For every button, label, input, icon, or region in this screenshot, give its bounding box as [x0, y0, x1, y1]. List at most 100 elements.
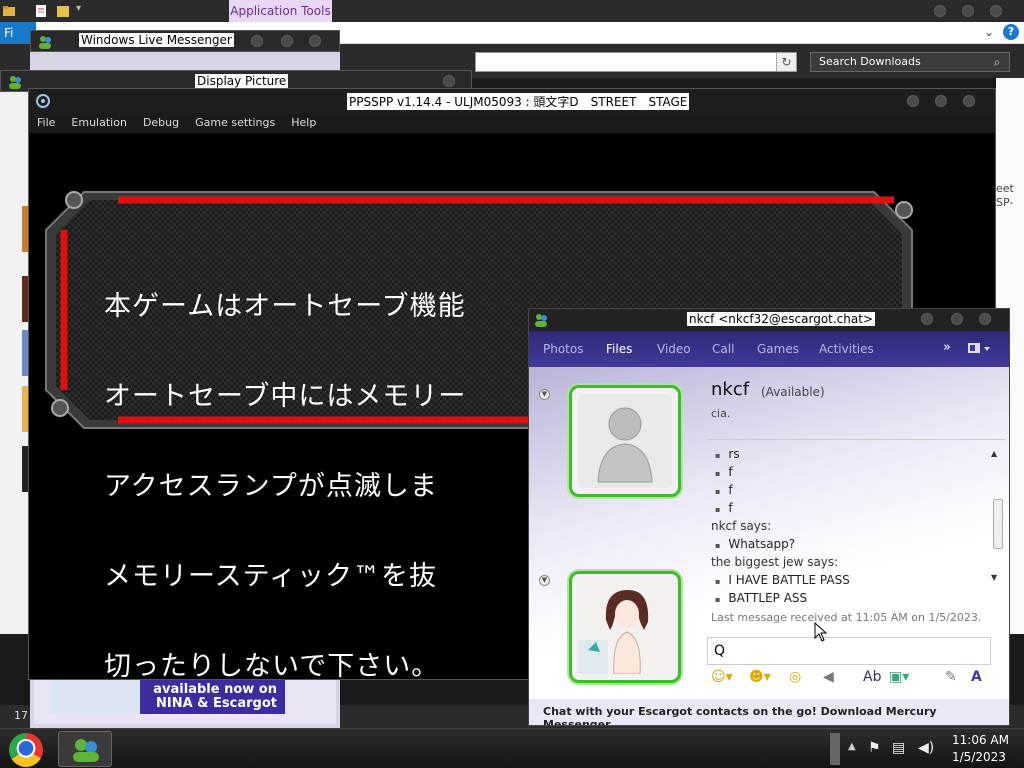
contact-status: (Available): [761, 385, 825, 399]
message-scrollbar[interactable]: ▲ ▼: [991, 449, 1005, 589]
search-icon[interactable]: ⌕: [988, 54, 1006, 70]
more-tabs-icon[interactable]: »: [943, 340, 951, 355]
tab-call[interactable]: Call: [712, 342, 734, 356]
ppsspp-logo-icon: [36, 94, 50, 108]
volume-icon[interactable]: ◀): [918, 740, 934, 756]
start-button[interactable]: [9, 733, 43, 767]
cartoon-avatar-icon: [578, 580, 672, 674]
autosave-warning-text: 本ゲームはオートセーブ機能 オートセーブ中にはメモリー アクセスランプが点滅しま…: [104, 232, 466, 712]
message-sender: the biggest jew says:: [711, 555, 839, 569]
close-button[interactable]: [443, 75, 455, 87]
chat-toolbar: Photos Files Video Call Games Activities…: [529, 331, 1009, 367]
collapse-own-picture-icon[interactable]: ▼: [539, 575, 550, 586]
emoticon-icon[interactable]: ☺▾: [711, 669, 733, 685]
layout-menu-icon[interactable]: [967, 341, 993, 357]
quick-access-dropdown-icon[interactable]: ▾: [76, 3, 90, 17]
message-history[interactable]: rs f f f nkcf says: Whatsapp? the bigges…: [711, 445, 991, 605]
header-divider: [709, 439, 1005, 440]
menu-help[interactable]: Help: [283, 113, 324, 133]
maximize-button[interactable]: [281, 35, 293, 47]
properties-icon[interactable]: [34, 4, 48, 18]
close-button[interactable]: [979, 313, 991, 325]
message-line: f: [711, 499, 991, 517]
contact-name: nkcf: [711, 379, 750, 400]
explorer-minimize-button[interactable]: [934, 5, 946, 17]
minimize-button[interactable]: [907, 95, 919, 107]
messenger-buddy-icon: [39, 36, 51, 49]
maximize-button[interactable]: [951, 313, 963, 325]
menu-game-settings[interactable]: Game settings: [187, 113, 283, 133]
new-folder-icon[interactable]: [56, 4, 70, 18]
menu-debug[interactable]: Debug: [135, 113, 187, 133]
messenger-titlebar[interactable]: Windows Live Messenger: [30, 30, 340, 52]
flag-icon[interactable]: ⚑: [868, 740, 881, 756]
explorer-maximize-button[interactable]: [962, 5, 974, 17]
message-line: BATTLEP ASS: [711, 589, 991, 605]
refresh-icon[interactable]: ↻: [776, 53, 796, 71]
warning-line: 切ったりしないで下さい。: [104, 651, 440, 682]
application-tools-tab[interactable]: Application Tools: [229, 0, 332, 22]
minimize-button[interactable]: [251, 35, 263, 47]
font-icon[interactable]: Ab: [863, 669, 881, 685]
messenger-buddy-icon: [535, 314, 547, 327]
collapse-contact-picture-icon[interactable]: ▼: [539, 389, 550, 400]
scroll-up-icon[interactable]: ▲: [991, 449, 997, 458]
wink-icon[interactable]: ☻▾: [749, 669, 771, 685]
nudge-icon[interactable]: ◎: [789, 669, 801, 685]
maximize-button[interactable]: [935, 95, 947, 107]
warning-line: メモリースティック™を抜: [104, 561, 438, 592]
message-line: I HAVE BATTLE PASS: [711, 571, 991, 589]
tab-activities[interactable]: Activities: [819, 342, 874, 356]
window-title: PPSSPP v1.14.4 - ULJM05093 : 頭文字D STREET…: [347, 93, 690, 110]
chat-window: nkcf <nkcf32@escargot.chat> Photos Files…: [528, 308, 1010, 726]
clock-time[interactable]: 11:06 AM: [952, 733, 1009, 747]
network-icon[interactable]: ▤: [892, 740, 905, 756]
ppsspp-menubar: File Emulation Debug Game settings Help: [29, 113, 995, 133]
scroll-thumb[interactable]: [993, 499, 1003, 549]
search-input[interactable]: Search Downloads: [810, 52, 1010, 72]
message-line: Whatsapp?: [711, 535, 991, 553]
taskbar-messenger-button[interactable]: [58, 731, 112, 767]
address-input[interactable]: [475, 52, 797, 72]
message-line: f: [711, 481, 991, 499]
close-button[interactable]: [309, 35, 321, 47]
menu-file[interactable]: File: [29, 113, 63, 133]
messenger-buddy-icon: [9, 76, 21, 89]
menu-emulation[interactable]: Emulation: [63, 113, 135, 133]
show-hidden-icons-icon[interactable]: ▲: [848, 741, 856, 752]
compose-toolbar: ☺▾ ☻▾ ◎ ◀ Ab ▣▾ ✎ A: [707, 665, 991, 691]
message-line: f: [711, 463, 991, 481]
last-message-timestamp: Last message received at 11:05 AM on 1/5…: [711, 611, 982, 624]
warning-line: オートセーブ中にはメモリー: [104, 381, 467, 412]
window-title: Display Picture: [195, 74, 289, 88]
own-avatar[interactable]: [569, 571, 681, 683]
background-icon[interactable]: ▣▾: [889, 669, 909, 685]
handwriting-icon[interactable]: ✎: [945, 669, 957, 685]
text-format-icon[interactable]: A: [971, 669, 982, 685]
contact-avatar[interactable]: [569, 385, 681, 497]
ribbon-expand-icon[interactable]: ⌄: [984, 25, 994, 39]
chat-footer-ad[interactable]: Chat with your Escargot contacts on the …: [529, 699, 1009, 725]
warning-line: アクセスランプが点滅しま: [104, 471, 438, 502]
message-input[interactable]: Q: [707, 637, 991, 665]
explorer-close-button[interactable]: [990, 5, 1002, 17]
messenger-buddy-icon: [73, 739, 99, 762]
ppsspp-titlebar[interactable]: PPSSPP v1.14.4 - ULJM05093 : 頭文字D STREET…: [29, 89, 995, 113]
tab-photos[interactable]: Photos: [543, 342, 583, 356]
taskbar: ▲ ⚑ ▤ ◀) 11:06 AM 1/5/2023: [0, 728, 1024, 768]
contact-personal-message: cia.: [711, 407, 731, 420]
explorer-titlebar: ▾: [0, 0, 1024, 22]
tab-video[interactable]: Video: [657, 342, 691, 356]
message-sender: nkcf says:: [711, 519, 772, 533]
scroll-down-icon[interactable]: ▼: [991, 573, 997, 582]
close-button[interactable]: [963, 95, 975, 107]
tab-files[interactable]: Files: [606, 342, 632, 356]
chat-titlebar[interactable]: nkcf <nkcf32@escargot.chat>: [529, 309, 1009, 331]
warning-line: 本ゲームはオートセーブ機能: [104, 291, 466, 322]
taskbar-scroll[interactable]: [830, 733, 840, 765]
minimize-button[interactable]: [921, 313, 933, 325]
voice-clip-icon[interactable]: ◀: [823, 669, 834, 685]
tab-games[interactable]: Games: [757, 342, 799, 356]
clock-date[interactable]: 1/5/2023: [952, 750, 1006, 764]
help-icon[interactable]: ?: [1003, 24, 1019, 40]
